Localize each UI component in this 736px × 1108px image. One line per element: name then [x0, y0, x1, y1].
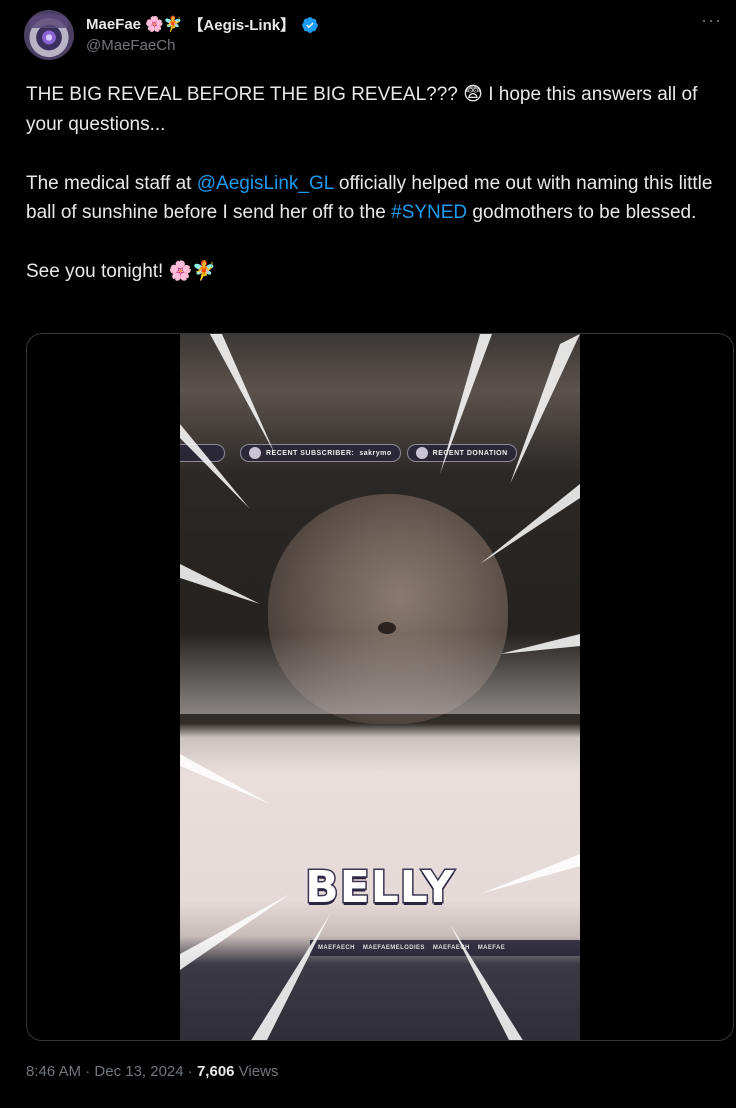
recent-donation-label: RECENT DONATION — [432, 449, 508, 457]
tweet-time[interactable]: 8:46 AM — [26, 1063, 81, 1080]
name-emojis: 🌸🧚 — [145, 16, 183, 33]
video-player[interactable]: RECENT SUBSCRIBER: sakrymo RECENT DONATI… — [180, 334, 580, 1040]
meta-separator: · — [183, 1063, 197, 1080]
author-display-name[interactable]: MaeFae — [86, 16, 141, 33]
social-handle-3: MAEFAECH — [432, 945, 470, 951]
video-detail — [378, 622, 396, 634]
media-container[interactable]: RECENT SUBSCRIBER: sakrymo RECENT DONATI… — [26, 333, 734, 1041]
tweet-text-segment: The medical staff at — [26, 172, 197, 194]
tweet-paragraph-1: THE BIG REVEAL BEFORE THE BIG REVEAL??? … — [26, 84, 698, 135]
recent-subscriber-label: RECENT SUBSCRIBER: — [266, 449, 355, 457]
donation-icon — [415, 447, 428, 459]
recent-subscriber-pill: RECENT SUBSCRIBER: sakrymo — [240, 444, 401, 462]
meta-separator: · — [81, 1063, 95, 1080]
hashtag-link[interactable]: #SYNED — [391, 202, 467, 223]
video-caption: BELLY — [304, 861, 456, 915]
tweet-text-segment: godmothers to be blessed. — [467, 202, 697, 223]
recent-donation-pill: RECENT DONATION — [406, 444, 517, 462]
author-handle[interactable]: @MaeFaeCh — [86, 37, 175, 54]
tweet-date[interactable]: Dec 13, 2024 — [94, 1063, 183, 1080]
tweet-text: THE BIG REVEAL BEFORE THE BIG REVEAL??? … — [26, 80, 726, 287]
tweet-header: MaeFae 🌸🧚 【Aegis-Link】 @MaeFaeCh ··· — [24, 10, 726, 60]
recent-subscriber-name: sakrymo — [359, 449, 392, 457]
more-options-icon[interactable]: ··· — [701, 10, 722, 31]
views-label: Views — [234, 1063, 279, 1080]
avatar[interactable] — [24, 10, 74, 60]
tweet-meta: 8:46 AM · Dec 13, 2024 · 7,606 Views — [26, 1063, 278, 1080]
overlay-pill — [180, 444, 225, 462]
tweet-paragraph-3: See you tonight! 🌸🧚 — [26, 261, 216, 282]
social-handle-2: MAEFAEMELODIES — [362, 945, 425, 951]
views-count: 7,606 — [196, 1063, 235, 1080]
stream-social-bar: MAEFAECH MAEFAEMELODIES MAEFAECH MAEFAE — [310, 940, 580, 956]
stream-overlay-bar: RECENT SUBSCRIBER: sakrymo RECENT DONATI… — [240, 442, 580, 464]
video-detail — [180, 634, 580, 714]
subscriber-icon — [249, 447, 261, 459]
social-handle-4: MAEFAE — [477, 945, 506, 951]
verified-badge-icon[interactable] — [301, 16, 319, 34]
social-handle-1: MAEFAECH — [318, 945, 355, 951]
author-affiliation[interactable]: 【Aegis-Link】 — [188, 14, 295, 35]
tweet-paragraph-2: The medical staff at @AegisLink_GL offic… — [26, 169, 726, 228]
author-name-row[interactable]: MaeFae 🌸🧚 【Aegis-Link】 — [86, 14, 319, 35]
mention-link[interactable]: @AegisLink_GL — [197, 173, 334, 194]
